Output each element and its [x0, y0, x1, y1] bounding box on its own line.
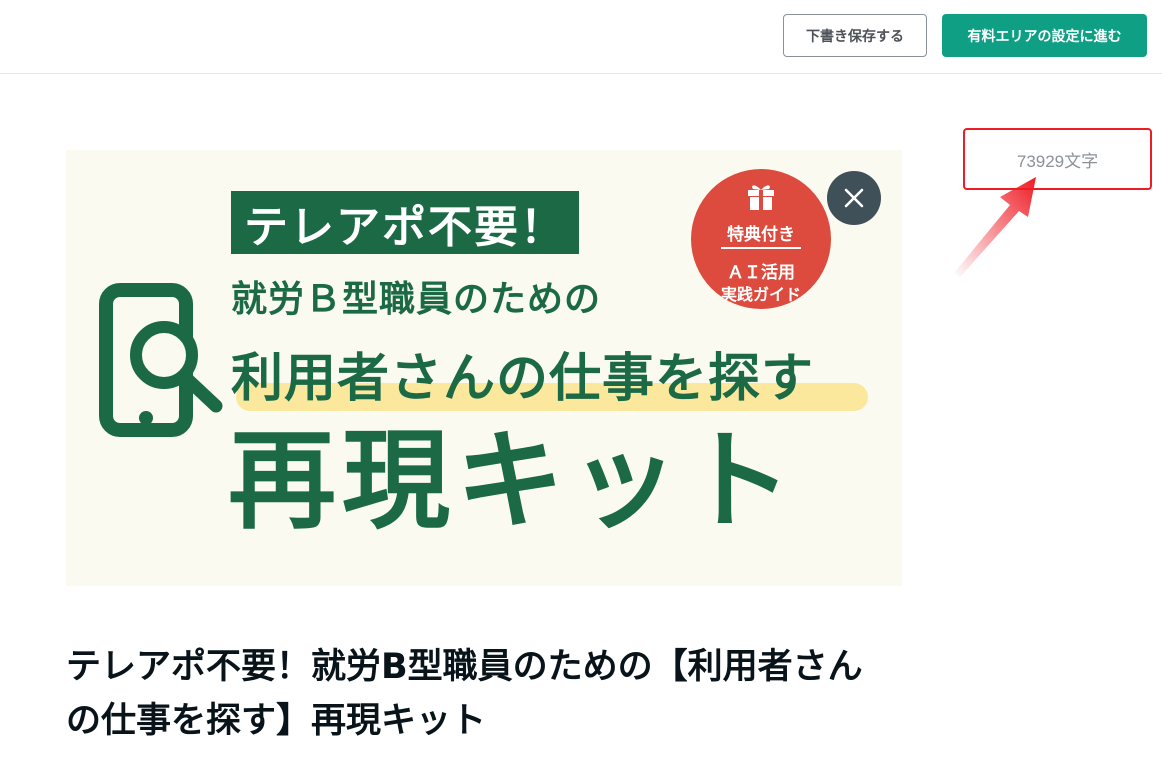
- article-title[interactable]: テレアポ不要！就労B型職員のための【利用者さんの仕事を探す】再現キット: [66, 640, 896, 748]
- paid-area-settings-button[interactable]: 有料エリアの設定に進む: [942, 14, 1147, 57]
- gift-icon: [748, 185, 774, 210]
- cover-subtitle: 就労Ｂ型職員のための: [231, 279, 602, 320]
- cover-banner-text: テレアポ不要！: [231, 191, 579, 254]
- cover-big-text: 再現キット: [228, 419, 799, 544]
- badge-line-1: 特典付き: [727, 225, 795, 245]
- close-icon: [844, 188, 864, 208]
- cover-main-text: 利用者さんの仕事を探す: [231, 349, 815, 409]
- badge-divider: [721, 247, 801, 249]
- remove-image-button[interactable]: [827, 171, 881, 225]
- annotation-arrow-icon: [954, 177, 1036, 277]
- save-draft-button[interactable]: 下書き保存する: [783, 14, 927, 57]
- badge-line-3: 実践ガイド: [720, 285, 801, 304]
- bonus-badge: 特典付き ＡＩ活用 実践ガイド: [691, 169, 831, 309]
- badge-line-2: ＡＩ活用: [727, 263, 795, 283]
- editor-header: 下書き保存する 有料エリアの設定に進む: [0, 0, 1162, 74]
- cover-image: テレアポ不要！ 就労Ｂ型職員のための 利用者さんの仕事を探す 再現キット 特典付…: [66, 150, 902, 586]
